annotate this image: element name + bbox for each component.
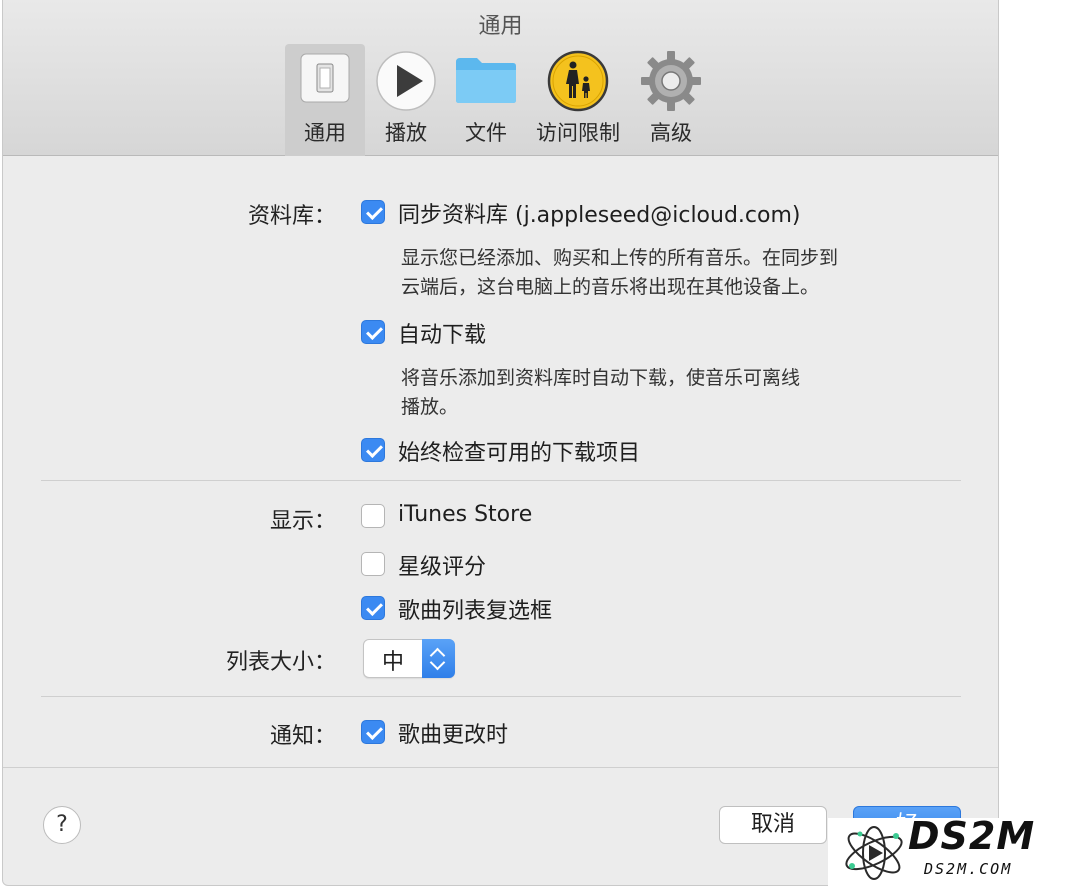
star-ratings-label: 星级评分 (398, 555, 487, 580)
sync-library-label: 同步资料库 (j.appleseed@icloud.com) (398, 203, 801, 228)
watermark-subtext: DS2M.COM (924, 860, 1013, 878)
itunes-store-label: iTunes Store (398, 502, 533, 527)
notifications-label: 通知： (269, 724, 336, 749)
list-size-select[interactable]: 中 (363, 639, 455, 678)
tab-advanced-label: 高级 (650, 121, 692, 145)
song-change-label: 歌曲更改时 (398, 723, 509, 748)
itunes-store-checkbox[interactable] (361, 504, 385, 528)
gear-icon (641, 51, 701, 111)
tab-restrictions[interactable]: 访问限制 (531, 44, 625, 156)
tab-advanced[interactable]: 高级 (633, 44, 709, 156)
song-checkboxes-label: 歌曲列表复选框 (398, 599, 553, 624)
atom-icon (845, 826, 903, 880)
star-ratings-checkbox[interactable] (361, 552, 385, 576)
window-title: 通用 (478, 14, 523, 39)
list-size-label: 列表大小： (225, 650, 336, 675)
library-label: 资料库： (247, 204, 336, 229)
switch-icon (300, 53, 350, 103)
tab-files-label: 文件 (465, 121, 507, 145)
auto-download-label: 自动下载 (398, 323, 487, 348)
help-button[interactable]: ? (43, 806, 81, 844)
cancel-button[interactable]: 取消 (719, 806, 827, 844)
check-downloads-label: 始终检查可用的下载项目 (398, 441, 641, 466)
tab-playback[interactable]: 播放 (371, 44, 441, 156)
tab-files[interactable]: 文件 (449, 44, 523, 156)
auto-download-checkbox[interactable] (361, 320, 385, 344)
tab-restrictions-label: 访问限制 (536, 121, 620, 145)
divider (41, 696, 961, 697)
auto-download-description-2: 播放。 (401, 396, 459, 418)
list-size-value: 中 (382, 650, 405, 675)
chevron-updown-icon[interactable] (422, 639, 455, 678)
watermark-logo: DS2M DS2M.COM (828, 814, 1066, 886)
song-checkboxes-checkbox[interactable] (361, 596, 385, 620)
sync-library-description-1: 显示您已经添加、购买和上传的所有音乐。在同步到 (401, 247, 839, 269)
tab-general[interactable]: 通用 (285, 44, 365, 156)
tab-playback-label: 播放 (385, 121, 427, 145)
play-icon (376, 51, 436, 111)
display-label: 显示： (269, 509, 336, 534)
folder-icon (456, 58, 516, 103)
footer-divider (3, 767, 998, 768)
parental-controls-icon (547, 50, 609, 112)
watermark-text: DS2M (908, 814, 1036, 858)
divider (41, 480, 961, 481)
sync-library-description-2: 云端后，这台电脑上的音乐将出现在其他设备上。 (401, 276, 820, 298)
window-titlebar: 通用 通用 播放 文件 访问限制 高级 (3, 0, 998, 156)
tab-general-label: 通用 (304, 121, 346, 145)
check-downloads-checkbox[interactable] (361, 438, 385, 462)
preferences-window: 通用 通用 播放 文件 访问限制 高级 资料库： 同步资料库 (j.apples… (2, 0, 999, 886)
sync-library-checkbox[interactable] (361, 200, 385, 224)
auto-download-description-1: 将音乐添加到资料库时自动下载，使音乐可离线 (401, 367, 801, 389)
song-change-checkbox[interactable] (361, 720, 385, 744)
